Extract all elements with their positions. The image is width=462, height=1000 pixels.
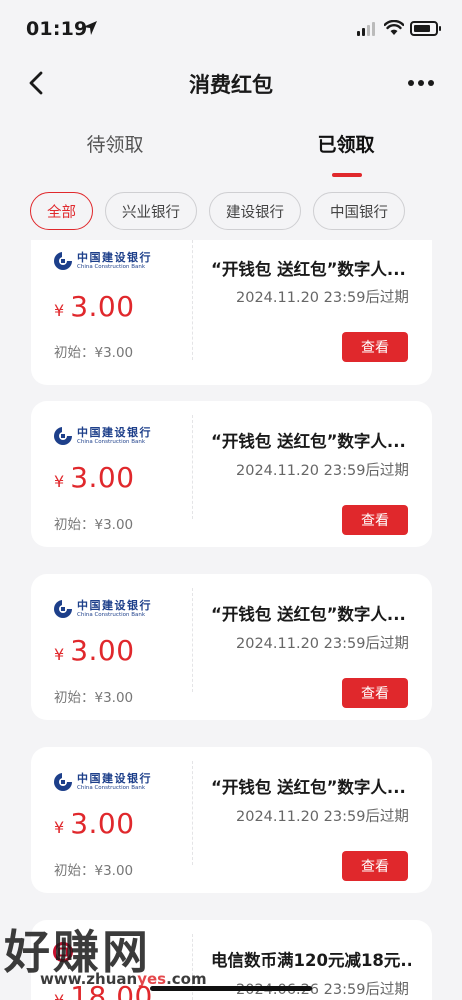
currency-symbol: ¥	[54, 301, 65, 320]
bank-name-en: China Construction Bank	[77, 263, 146, 270]
coupon-name: “开钱包 送红包”数字人...	[211, 605, 406, 624]
bank-name-cn: 中国建设银行	[77, 425, 152, 439]
bank-name-cn: 中国建设银行	[77, 771, 152, 785]
view-button[interactable]: 查看	[342, 332, 408, 362]
nav-bar: 消费红包	[0, 58, 462, 108]
coupon-expire: 2024.11.20 23:59后过期	[236, 290, 409, 306]
currency-symbol: ¥	[54, 818, 65, 837]
tab-active-indicator	[332, 173, 362, 177]
ccb-logo-icon	[54, 427, 72, 445]
coupon-expire: 2024.11.20 23:59后过期	[236, 809, 409, 825]
view-button[interactable]: 查看	[342, 678, 408, 708]
filter-chip-boc[interactable]: 中国银行	[313, 192, 405, 230]
card-divider	[192, 240, 193, 360]
currency-symbol: ¥	[54, 991, 64, 1000]
ccb-logo-icon	[54, 600, 72, 618]
watermark: 好赚网 www.zhuanyes.com	[4, 916, 207, 988]
more-options-icon[interactable]	[408, 80, 434, 86]
location-arrow-icon	[83, 21, 97, 35]
wifi-icon	[384, 20, 404, 35]
ccb-logo-icon	[54, 252, 72, 270]
status-bar: 01:19	[0, 0, 462, 58]
original-amount: 初始：¥3.00	[54, 517, 134, 533]
currency-symbol: ¥	[54, 645, 65, 664]
page-title: 消费红包	[189, 73, 273, 97]
ccb-logo-icon	[54, 773, 72, 791]
filter-chip-cib[interactable]: 兴业银行	[105, 192, 197, 230]
watermark-url-part: www.zhuan	[40, 970, 138, 988]
bank-logo: 中国建设银行 China Construction Bank	[53, 423, 152, 449]
coupon-amount: ¥3.00	[54, 290, 135, 323]
coupon-expire: 2024.11.20 23:59后过期	[236, 636, 409, 652]
cellular-signal-icon	[357, 22, 375, 36]
battery-icon	[410, 21, 441, 36]
filter-chip-ccb[interactable]: 建设银行	[209, 192, 301, 230]
coupon-card: 中国建设银行 China Construction Bank ¥3.00 初始：¥…	[31, 240, 432, 385]
coupon-name: “开钱包 送红包”数字人...	[211, 260, 406, 279]
filter-chips: 全部 兴业银行 建设银行 中国银行	[30, 192, 405, 230]
coupon-card: 中国建设银行 China Construction Bank ¥3.00 初始：¥…	[31, 747, 432, 893]
coupon-amount: ¥3.00	[54, 634, 135, 667]
coupon-amount: ¥3.00	[54, 461, 135, 494]
coupon-expire: 2024.11.20 23:59后过期	[236, 463, 409, 479]
card-divider	[192, 761, 193, 865]
amount-value: 3.00	[70, 634, 135, 667]
tab-received[interactable]: 已领取	[286, 130, 406, 157]
coupon-card: 中国建设银行 China Construction Bank ¥3.00 初始：¥…	[31, 574, 432, 720]
coupon-name: “开钱包 送红包”数字人...	[211, 778, 406, 797]
bank-name-en: China Construction Bank	[77, 784, 146, 791]
tab-pending[interactable]: 待领取	[55, 130, 175, 157]
bank-name-cn: 中国建设银行	[77, 598, 152, 612]
bank-logo: 中国建设银行 China Construction Bank	[53, 769, 152, 795]
bank-logo: 中国建设银行 China Construction Bank	[53, 248, 152, 274]
original-amount: 初始：¥3.00	[54, 690, 134, 706]
view-button[interactable]: 查看	[342, 505, 408, 535]
original-amount: 初始：¥3.00	[54, 345, 134, 361]
home-indicator	[150, 986, 312, 991]
amount-value: 3.00	[70, 290, 135, 323]
filter-chip-all[interactable]: 全部	[30, 192, 93, 230]
bank-name-en: China Construction Bank	[77, 611, 146, 618]
bank-name-cn: 中国建设银行	[77, 250, 152, 264]
card-divider	[192, 415, 193, 519]
status-time: 01:19	[26, 18, 88, 40]
amount-value: 3.00	[70, 807, 135, 840]
bank-name-en: China Construction Bank	[77, 438, 146, 445]
coupon-card: 中国建设银行 China Construction Bank ¥3.00 初始：¥…	[31, 401, 432, 547]
original-amount: 初始：¥3.00	[54, 863, 134, 879]
coupon-name: 电信数币满120元减18元...	[211, 951, 411, 970]
amount-value: 3.00	[70, 461, 135, 494]
coupon-name: “开钱包 送红包”数字人...	[211, 432, 406, 451]
currency-symbol: ¥	[54, 472, 65, 491]
coupon-amount: ¥3.00	[54, 807, 135, 840]
view-button[interactable]: 查看	[342, 851, 408, 881]
card-divider	[192, 588, 193, 692]
tab-bar: 待领取 已领取	[0, 118, 462, 178]
bank-logo: 中国建设银行 China Construction Bank	[53, 596, 152, 622]
